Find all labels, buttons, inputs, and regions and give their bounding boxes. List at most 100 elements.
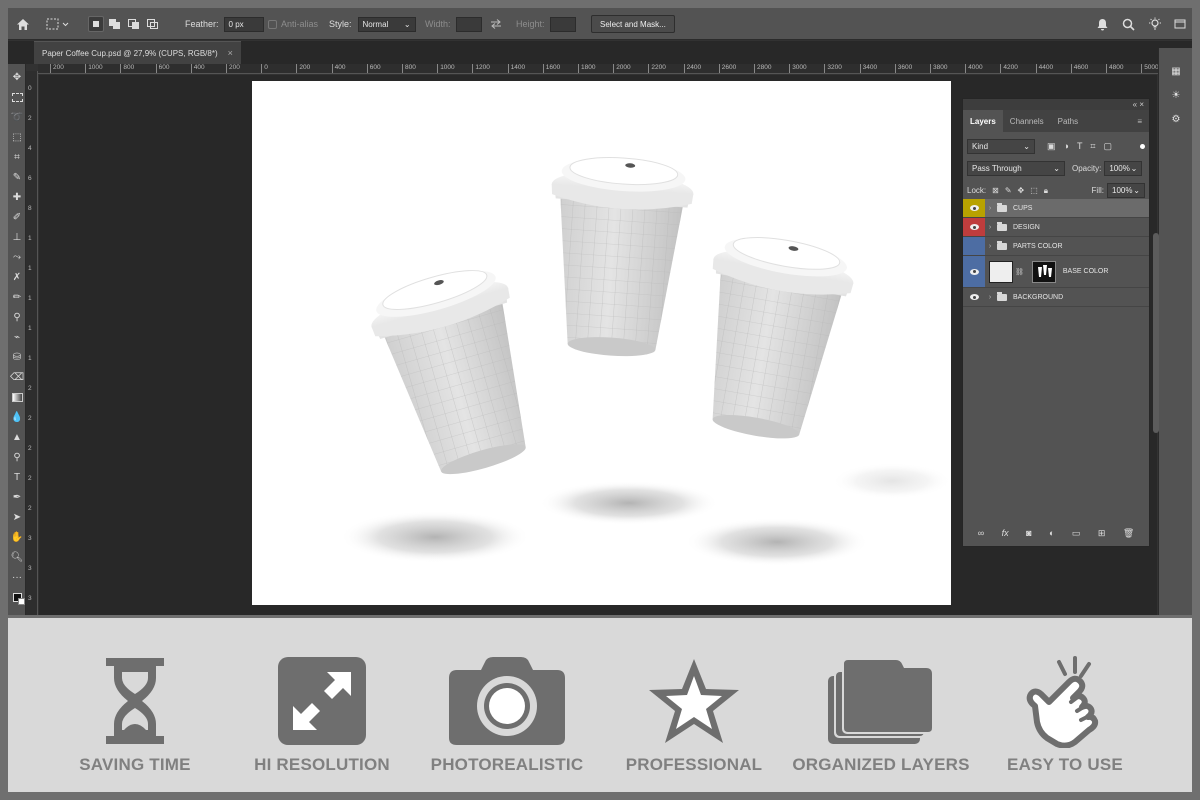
layer-row-parts-color[interactable]: › PARTS COLOR xyxy=(963,237,1149,256)
panel-menu-icon[interactable]: ≡ xyxy=(1130,110,1149,132)
eyedropper-tool-icon[interactable]: ✎ xyxy=(10,170,24,184)
feature-label: PHOTOREALISTIC xyxy=(430,755,584,774)
zoom-tool-icon[interactable]: 🔍︎ xyxy=(10,550,24,564)
layer-row-background[interactable]: › BACKGROUND xyxy=(963,288,1149,307)
expand-chevron-icon[interactable]: › xyxy=(985,294,995,301)
crop-tool-icon[interactable]: ⌗ xyxy=(10,150,24,164)
tab-channels[interactable]: Channels xyxy=(1003,110,1051,132)
fx-icon[interactable]: fx xyxy=(1002,528,1009,538)
hourglass-icon xyxy=(106,658,164,744)
document-tab[interactable]: Paper Coffee Cup.psd @ 27,9% (CUPS, RGB/… xyxy=(34,41,241,64)
expand-chevron-icon[interactable]: › xyxy=(985,224,995,231)
opacity-input[interactable]: 100% ⌄ xyxy=(1104,161,1143,176)
ruler-tick-label: 400 xyxy=(331,64,346,73)
visibility-eye-icon[interactable] xyxy=(963,218,985,236)
mixer-brush-tool-icon[interactable]: ⌁ xyxy=(10,330,24,344)
filter-kind-select[interactable]: Kind ⌄ xyxy=(967,139,1035,154)
search-icon[interactable] xyxy=(1122,8,1135,40)
new-layer-icon[interactable]: ⊞ xyxy=(1098,528,1106,539)
navigator-panel-icon[interactable]: ▦ xyxy=(1169,66,1183,80)
filter-type-icons[interactable]: ▣◑T⌗▢ xyxy=(1047,141,1120,152)
new-selection-icon[interactable] xyxy=(88,16,104,32)
style-select[interactable]: Normal ⌄ xyxy=(357,16,416,32)
paint-bucket-tool-icon[interactable]: ⛁ xyxy=(10,350,24,364)
workspace-icon[interactable] xyxy=(1174,8,1186,40)
move-tool-icon[interactable]: ✥ xyxy=(10,70,24,84)
rectangular-marquee-tool-icon[interactable] xyxy=(10,90,24,104)
expand-chevron-icon[interactable]: › xyxy=(985,243,995,250)
layer-row-base-color[interactable]: ⛓ BASE COLOR xyxy=(963,256,1149,288)
hand-tool-icon[interactable]: ✋ xyxy=(10,530,24,544)
adjustments-panel-icon[interactable]: ⚙ xyxy=(1169,114,1183,128)
color-replacement-tool-icon[interactable]: ✗ xyxy=(10,270,24,284)
lock-options-icons[interactable]: ⊠✎✥⬚🔒︎ xyxy=(992,186,1054,196)
panel-collapse-close-icon[interactable]: « × xyxy=(963,99,1149,110)
swap-width-height-icon[interactable] xyxy=(490,8,502,40)
anti-alias-checkbox[interactable] xyxy=(268,19,277,29)
folder-icon[interactable]: ▭ xyxy=(1072,528,1081,539)
healing-brush-tool-icon[interactable]: ✚ xyxy=(10,190,24,204)
height-control: Height: xyxy=(516,8,576,40)
gradient-tool-icon[interactable] xyxy=(10,390,24,404)
blend-mode-select[interactable]: Pass Through ⌄ xyxy=(967,161,1065,176)
layer-list: › CUPS › DESIGN › PARTS COLOR ⛓ BASE COL… xyxy=(963,199,1149,307)
pencil-tool-icon[interactable]: ✏ xyxy=(10,290,24,304)
add-to-selection-icon[interactable] xyxy=(107,16,123,32)
visibility-eye-icon[interactable] xyxy=(963,256,985,287)
mask-icon[interactable]: ◙ xyxy=(1026,528,1031,538)
history-brush-tool-icon[interactable]: ⤳ xyxy=(10,250,24,264)
lasso-tool-icon[interactable]: ➰ xyxy=(10,110,24,124)
visibility-eye-icon[interactable] xyxy=(963,288,985,306)
home-icon[interactable] xyxy=(16,8,30,40)
height-input[interactable] xyxy=(549,16,576,32)
clone-stamp-tool-icon[interactable]: ⊥ xyxy=(10,230,24,244)
subtract-from-selection-icon[interactable] xyxy=(126,16,142,32)
filter-toggle-icon[interactable] xyxy=(1140,144,1145,149)
brush-tool-icon[interactable]: ✐ xyxy=(10,210,24,224)
ruler-tick-label: 1000 xyxy=(437,64,455,73)
pen-tool-icon[interactable]: ✒ xyxy=(10,490,24,504)
expand-chevron-icon[interactable]: › xyxy=(985,205,995,212)
visibility-toggle-off[interactable] xyxy=(963,237,985,255)
link-icon[interactable]: ∞ xyxy=(978,528,984,538)
document-canvas[interactable] xyxy=(252,81,951,605)
select-and-mask-button[interactable]: Select and Mask... xyxy=(591,15,675,33)
tab-layers[interactable]: Layers xyxy=(963,110,1003,132)
sharpen-tool-icon[interactable]: ▲ xyxy=(10,430,24,444)
layer-name: BASE COLOR xyxy=(1062,268,1109,275)
notifications-bell-icon[interactable] xyxy=(1096,8,1109,40)
feather-input[interactable]: 0 px xyxy=(223,16,264,32)
fill-input[interactable]: 100% ⌄ xyxy=(1107,183,1145,198)
mask-link-icon[interactable]: ⛓ xyxy=(1015,268,1024,276)
close-tab-icon[interactable]: × xyxy=(228,48,233,58)
tab-paths[interactable]: Paths xyxy=(1051,110,1085,132)
more-tools-icon[interactable]: ··· xyxy=(10,570,24,584)
visibility-eye-icon[interactable] xyxy=(963,199,985,217)
adjustment-icon[interactable]: ◐ xyxy=(1049,528,1054,538)
fill-value: 100% xyxy=(1112,186,1133,195)
stamp-tool-icon[interactable]: ⚲ xyxy=(10,310,24,324)
object-selection-tool-icon[interactable]: ⬚ xyxy=(10,130,24,144)
ruler-tick-label: 4000 xyxy=(965,64,983,73)
intersect-selection-icon[interactable] xyxy=(145,16,161,32)
ruler-tick-label: 3400 xyxy=(859,64,878,73)
layer-mask-thumbnail[interactable] xyxy=(1031,260,1056,283)
layer-row-design[interactable]: › DESIGN xyxy=(963,218,1149,237)
layer-row-cups[interactable]: › CUPS xyxy=(963,199,1149,218)
width-input[interactable] xyxy=(455,16,482,32)
group-folder-icon xyxy=(997,202,1007,212)
discover-lightbulb-icon[interactable] xyxy=(1148,8,1162,40)
camera-icon xyxy=(449,657,565,745)
path-selection-tool-icon[interactable]: ➤ xyxy=(10,510,24,524)
ruler-tick-label: 2600 xyxy=(718,64,737,73)
color-swatches-icon[interactable] xyxy=(10,590,25,605)
blur-tool-icon[interactable]: 💧 xyxy=(10,410,24,424)
eraser-tool-icon[interactable]: ⌫ xyxy=(10,370,24,384)
type-tool-icon[interactable]: T xyxy=(10,470,24,484)
dodge-tool-icon[interactable]: ⚲ xyxy=(10,450,24,464)
properties-panel-icon[interactable]: ☀ xyxy=(1169,90,1183,104)
marquee-tool-preset-icon[interactable] xyxy=(46,8,70,40)
trash-icon[interactable]: 🗑︎ xyxy=(1123,528,1134,539)
vertical-scrollbar[interactable] xyxy=(1153,233,1159,433)
image-frame: Feather: 0 px Anti-alias Style: Normal ⌄… xyxy=(0,0,1200,800)
